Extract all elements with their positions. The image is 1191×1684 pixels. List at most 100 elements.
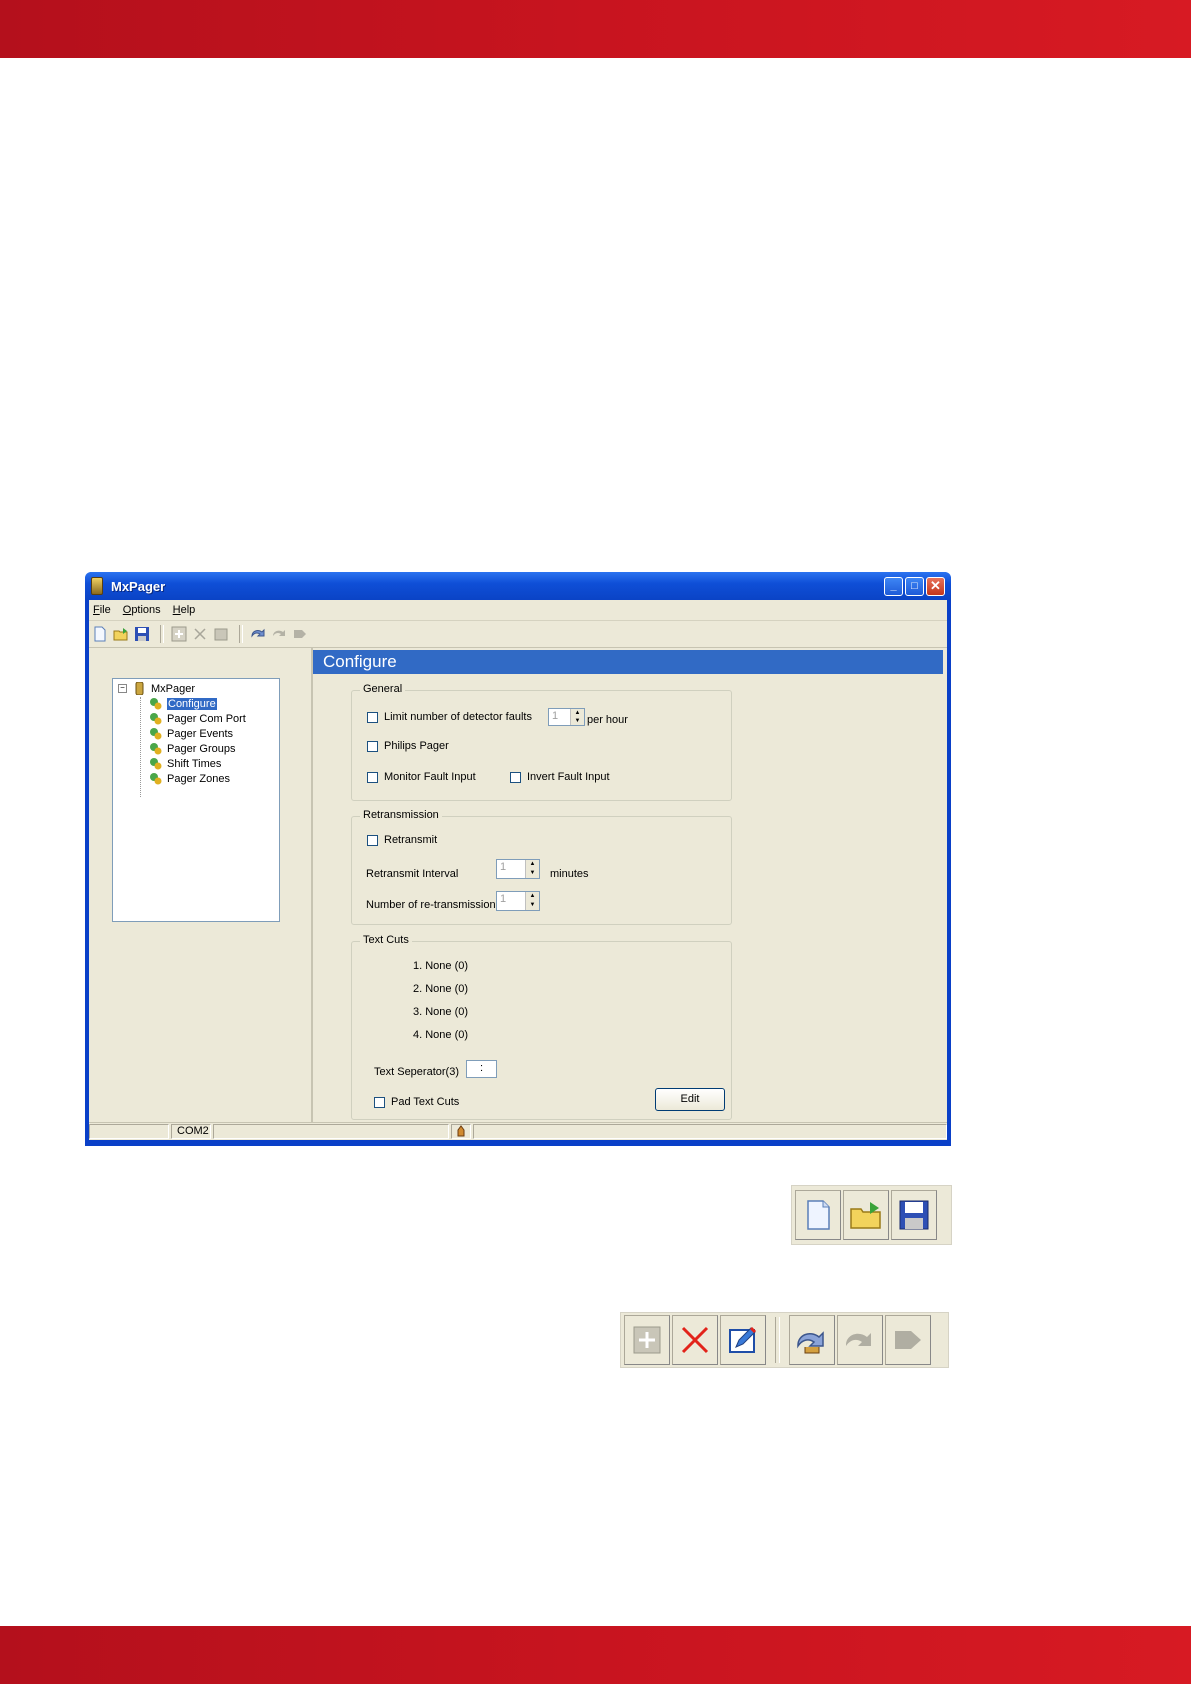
menu-bar: File Options Help [89,600,947,621]
tree-collapse-icon[interactable]: − [118,684,127,693]
save-disk-icon [899,1200,929,1230]
connect-button-large[interactable] [789,1315,835,1365]
edit-button[interactable] [212,625,230,643]
plus-icon [171,626,187,642]
new-button-large[interactable] [795,1190,841,1240]
general-group-label: General [360,683,406,695]
tree-item-pager-com-port[interactable]: Pager Com Port [149,711,246,726]
window-title: MxPager [111,578,166,594]
limit-faults-checkbox[interactable] [367,711,378,723]
new-file-icon [807,1200,830,1230]
connect-icon [251,628,265,638]
delete-x-icon [194,628,206,640]
delete-button-large[interactable] [672,1315,718,1365]
text-separator-input[interactable]: : [465,1060,497,1078]
status-bar: COM2 [89,1122,947,1141]
pad-text-cuts-row: Pad Text Cuts [374,1096,459,1108]
connect-icon [797,1331,824,1354]
config-node-icon [150,728,162,740]
menu-help[interactable]: Help [173,604,196,616]
text-cut-item: 1. None (0) [413,960,469,972]
invert-fault-label: Invert Fault Input [527,771,610,783]
header-band [0,0,1191,58]
add-button-large[interactable] [624,1315,670,1365]
spinner-arrows-icon[interactable]: ▲ ▼ [525,892,539,910]
tree-item-pager-groups[interactable]: Pager Groups [149,741,235,756]
invert-fault-row: Invert Fault Input [510,771,610,783]
upload-icon [273,630,285,636]
per-hour-label: per hour [586,714,628,726]
config-node-icon [150,713,162,725]
general-group: General Limit number of detector faults … [351,683,732,801]
philips-pager-checkbox[interactable] [367,740,378,752]
retransmission-count-spinner[interactable]: 1 ▲ ▼ [496,891,540,911]
upload-button-large[interactable] [837,1315,883,1365]
edit-toolbar-zoom [620,1312,949,1368]
open-button-large[interactable] [843,1190,889,1240]
download-icon [895,1331,921,1349]
pad-text-cuts-checkbox[interactable] [374,1096,385,1108]
spinner-arrows-icon[interactable]: ▲ ▼ [525,860,539,878]
download-button-large[interactable] [885,1315,931,1365]
retransmit-interval-spinner[interactable]: 1 ▲ ▼ [496,859,540,879]
upload-icon [846,1333,871,1346]
upload-button[interactable] [270,625,288,643]
section-title: Configure [313,650,943,674]
status-indicator [451,1124,471,1139]
tree-item-configure[interactable]: Configure [149,696,218,711]
save-button-large[interactable] [891,1190,937,1240]
config-node-icon [150,698,162,710]
delete-button[interactable] [191,625,209,643]
retransmit-row: Retransmit [367,834,437,846]
invert-fault-checkbox[interactable] [510,771,521,783]
download-button[interactable] [291,625,309,643]
monitor-fault-label: Monitor Fault Input [384,771,476,783]
title-bar[interactable]: MxPager _ □ ✕ [85,572,951,600]
app-icon [91,577,103,595]
connect-button[interactable] [249,625,267,643]
pad-text-cuts-label: Pad Text Cuts [391,1096,460,1108]
navigation-pane: − MxPager Configure Pager Com Port Pager… [89,648,313,1123]
config-tree[interactable]: − MxPager Configure Pager Com Port Pager… [112,678,280,922]
delete-x-icon [681,1326,709,1354]
limit-faults-label: Limit number of detector faults [384,711,532,723]
retransmission-group: Retransmission Retransmit Retransmit Int… [351,809,732,925]
menu-file[interactable]: File [93,604,111,616]
retransmit-label: Retransmit [384,834,438,846]
save-disk-icon [135,627,149,641]
minimize-button[interactable]: _ [884,576,903,596]
tree-line [140,697,141,797]
limit-faults-spinner[interactable]: 1 ▲ ▼ [547,708,585,726]
edit-button-large[interactable] [720,1315,766,1365]
config-node-icon [150,743,162,755]
maximize-button[interactable]: □ [905,576,924,596]
config-node-icon [150,758,162,770]
retransmit-checkbox[interactable] [367,834,378,846]
mxpager-window: MxPager _ □ ✕ File Options Help − MxPage… [85,572,951,1146]
status-port: COM2 [171,1124,211,1139]
add-button[interactable] [170,625,188,643]
menu-options[interactable]: Options [123,604,161,616]
tree-item-shift-times[interactable]: Shift Times [149,756,221,771]
open-button[interactable] [112,625,130,643]
philips-pager-label: Philips Pager [384,740,449,752]
save-button[interactable] [133,625,151,643]
tree-item-pager-zones[interactable]: Pager Zones [149,771,230,786]
philips-pager-row: Philips Pager [367,740,449,752]
plus-icon [633,1326,661,1354]
config-node-icon [150,773,162,785]
tree-item-pager-events[interactable]: Pager Events [149,726,233,741]
retransmit-interval-label: Retransmit Interval [366,868,459,880]
close-button[interactable]: ✕ [926,576,945,596]
toolbar [89,621,947,648]
spinner-arrows-icon[interactable]: ▲ ▼ [569,709,584,725]
new-button[interactable] [91,625,109,643]
edit-text-cuts-button[interactable]: Edit [655,1088,725,1111]
tree-root[interactable]: MxPager [133,681,195,696]
text-cut-item: 3. None (0) [413,1006,469,1018]
monitor-fault-checkbox[interactable] [367,771,378,783]
open-folder-icon [850,1202,881,1229]
open-folder-icon [113,628,128,641]
toolbar-separator [775,1317,780,1363]
download-icon [294,630,306,638]
